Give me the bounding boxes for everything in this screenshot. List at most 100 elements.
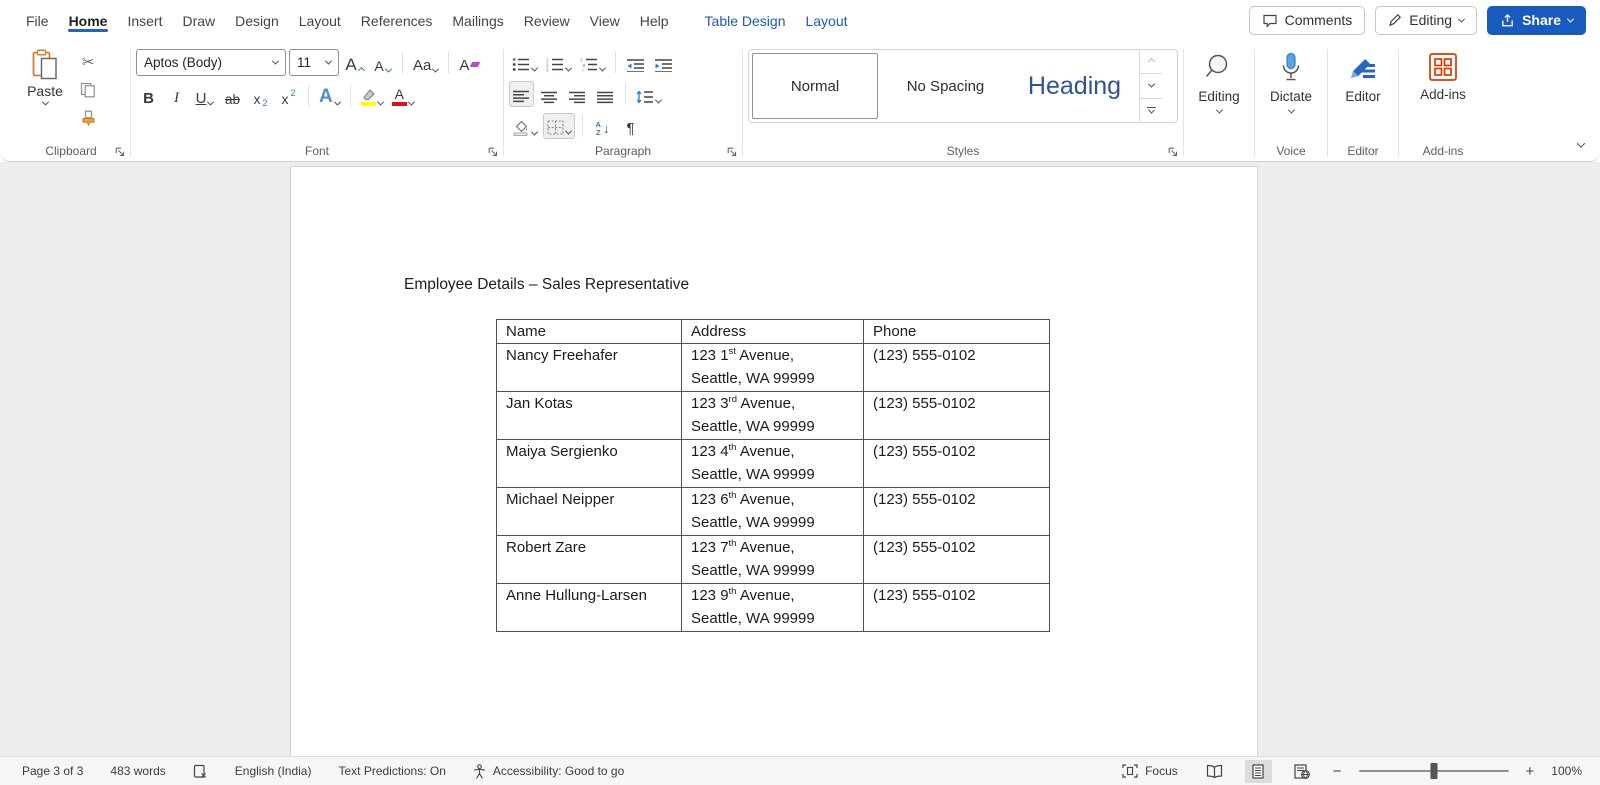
bold-button[interactable]: B <box>136 83 161 109</box>
highlighter-icon <box>360 89 376 106</box>
share-label: Share <box>1522 12 1561 28</box>
align-center-button[interactable] <box>537 81 562 107</box>
document-canvas[interactable]: Employee Details – Sales Representative … <box>0 162 1600 756</box>
editor-button[interactable]: Editor <box>1333 45 1393 140</box>
align-right-button[interactable] <box>565 81 590 107</box>
shrink-font-button[interactable]: A <box>370 50 395 76</box>
font-dialog-launcher-icon[interactable] <box>488 147 498 157</box>
text-predictions[interactable]: Text Predictions: On <box>338 764 445 778</box>
clipboard-group-label: Clipboard <box>45 143 97 158</box>
styles-more-button[interactable] <box>1140 98 1162 122</box>
tab-table-design[interactable]: Table Design <box>695 3 796 37</box>
tab-view[interactable]: View <box>580 3 630 37</box>
clear-formatting-button[interactable]: A <box>456 50 482 76</box>
clipboard-dialog-launcher-icon[interactable] <box>115 147 125 157</box>
svg-text:i: i <box>583 68 584 73</box>
show-hide-marks-button[interactable]: ¶ <box>618 113 643 139</box>
grow-font-button[interactable]: A <box>342 50 367 76</box>
shading-button[interactable] <box>509 113 540 139</box>
styles-scroll-up-button[interactable] <box>1140 50 1162 75</box>
employee-table[interactable]: Name Address Phone Nancy Freehafer 123 1… <box>496 319 1050 632</box>
bullets-button[interactable] <box>509 49 540 75</box>
line-spacing-button[interactable] <box>633 81 664 107</box>
sort-button[interactable]: A Z ↓ <box>590 113 615 139</box>
accessibility-status[interactable]: Accessibility: Good to go <box>473 763 624 779</box>
change-case-button[interactable]: Aa <box>410 50 441 76</box>
editing-mode-button[interactable]: Editing <box>1375 5 1478 35</box>
editing-button[interactable]: Editing <box>1189 45 1249 140</box>
copy-button[interactable] <box>75 78 101 102</box>
web-layout-button[interactable] <box>1289 760 1316 783</box>
zoom-slider[interactable] <box>1358 763 1509 779</box>
text-effects-button[interactable]: A <box>316 83 343 109</box>
tab-insert[interactable]: Insert <box>117 3 172 37</box>
zoom-level[interactable]: 100% <box>1551 764 1582 778</box>
language-indicator[interactable]: English (India) <box>235 764 312 778</box>
style-no-spacing[interactable]: No Spacing <box>881 50 1010 122</box>
paste-icon <box>31 49 59 81</box>
style-heading[interactable]: Heading <box>1010 50 1139 122</box>
chevron-down-icon <box>271 57 280 65</box>
font-color-button[interactable]: A <box>389 83 417 109</box>
font-name-combo[interactable]: Aptos (Body) <box>136 49 286 76</box>
cell-address: 123 6th Avenue, Seattle, WA 99999 <box>681 487 864 536</box>
caret-down-icon <box>384 65 392 73</box>
tab-layout[interactable]: Layout <box>289 3 351 37</box>
italic-button[interactable]: I <box>164 83 189 109</box>
multilevel-list-button[interactable]: 1ai <box>577 49 608 75</box>
styles-scroll-down-button[interactable] <box>1140 74 1162 99</box>
page-indicator[interactable]: Page 3 of 3 <box>22 764 83 778</box>
font-name-value: Aptos (Body) <box>144 55 223 70</box>
comments-button[interactable]: Comments <box>1248 5 1366 35</box>
addins-button[interactable]: Add-ins <box>1411 45 1475 140</box>
cell-name: Nancy Freehafer <box>496 343 682 392</box>
decrease-indent-button[interactable] <box>623 49 648 75</box>
tab-review[interactable]: Review <box>514 3 580 37</box>
numbering-button[interactable]: 123 <box>543 49 574 75</box>
line-spacing-icon <box>636 90 654 104</box>
word-count[interactable]: 483 words <box>110 764 165 778</box>
text-highlight-button[interactable] <box>358 83 386 109</box>
strikethrough-button[interactable]: ab <box>220 83 245 109</box>
read-mode-book-icon <box>1206 764 1223 778</box>
tab-home[interactable]: Home <box>59 3 118 37</box>
share-button[interactable]: Share <box>1487 5 1586 35</box>
justify-icon <box>597 91 614 104</box>
style-normal[interactable]: Normal <box>752 53 878 119</box>
paste-button[interactable]: Paste <box>17 45 73 140</box>
justify-button[interactable] <box>593 81 618 107</box>
font-size-combo[interactable]: 11 <box>289 49 339 76</box>
tab-mailings[interactable]: Mailings <box>442 3 513 37</box>
align-left-button[interactable] <box>509 81 534 107</box>
focus-button[interactable]: Focus <box>1122 764 1178 778</box>
document-page[interactable]: Employee Details – Sales Representative … <box>290 166 1258 756</box>
tab-table-layout[interactable]: Layout <box>795 3 857 37</box>
read-mode-button[interactable] <box>1201 760 1228 783</box>
zoom-in-button[interactable]: + <box>1526 763 1535 780</box>
underline-button[interactable]: U <box>192 83 217 109</box>
paragraph-dialog-launcher-icon[interactable] <box>727 147 737 157</box>
subscript-button[interactable]: x 2 <box>248 83 273 109</box>
cut-button[interactable]: ✂ <box>75 50 101 74</box>
styles-dialog-launcher-icon[interactable] <box>1168 147 1178 157</box>
tab-references[interactable]: References <box>351 3 443 37</box>
collapse-ribbon-button[interactable] <box>1576 135 1586 153</box>
tab-design[interactable]: Design <box>225 3 289 37</box>
borders-icon <box>547 120 564 135</box>
proofing-status[interactable] <box>193 764 208 779</box>
tab-file[interactable]: File <box>16 3 59 37</box>
tab-draw[interactable]: Draw <box>172 3 225 37</box>
format-painter-button[interactable] <box>75 106 101 130</box>
table-row: Anne Hullung-Larsen 123 9th Avenue, Seatt… <box>496 583 1050 632</box>
increase-indent-button[interactable] <box>651 49 676 75</box>
borders-button[interactable] <box>543 113 575 139</box>
tab-help[interactable]: Help <box>630 3 679 37</box>
sort-icon: A Z <box>595 120 601 137</box>
dictate-button[interactable]: Dictate <box>1260 45 1322 140</box>
scissors-icon: ✂ <box>81 54 95 71</box>
status-bar: Page 3 of 3 483 words English (India) Te… <box>0 756 1600 785</box>
zoom-out-button[interactable]: − <box>1333 763 1342 780</box>
superscript-button[interactable]: x 2 <box>276 83 301 109</box>
zoom-slider-handle[interactable] <box>1430 763 1438 779</box>
print-layout-button[interactable] <box>1244 759 1272 783</box>
